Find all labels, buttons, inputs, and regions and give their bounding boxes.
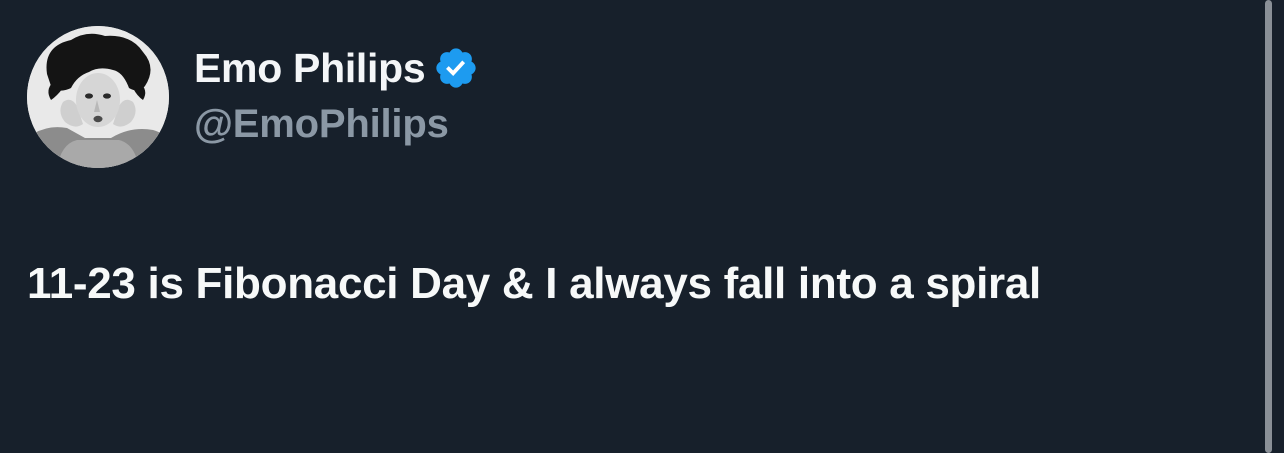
tweet-card: Emo Philips @EmoPhilips 11-23 is Fibonac… <box>0 0 1262 453</box>
author-name-row: Emo Philips <box>194 42 479 94</box>
avatar[interactable] <box>27 26 169 168</box>
verified-badge-icon[interactable] <box>433 45 479 91</box>
profile-photo <box>27 26 169 168</box>
scrollbar[interactable] <box>1262 0 1284 453</box>
tweet-text: 11-23 is Fibonacci Day & I always fall i… <box>27 259 1041 308</box>
author-handle[interactable]: @EmoPhilips <box>194 102 449 147</box>
author-display-name[interactable]: Emo Philips <box>194 45 426 92</box>
scrollbar-thumb[interactable] <box>1265 0 1272 453</box>
